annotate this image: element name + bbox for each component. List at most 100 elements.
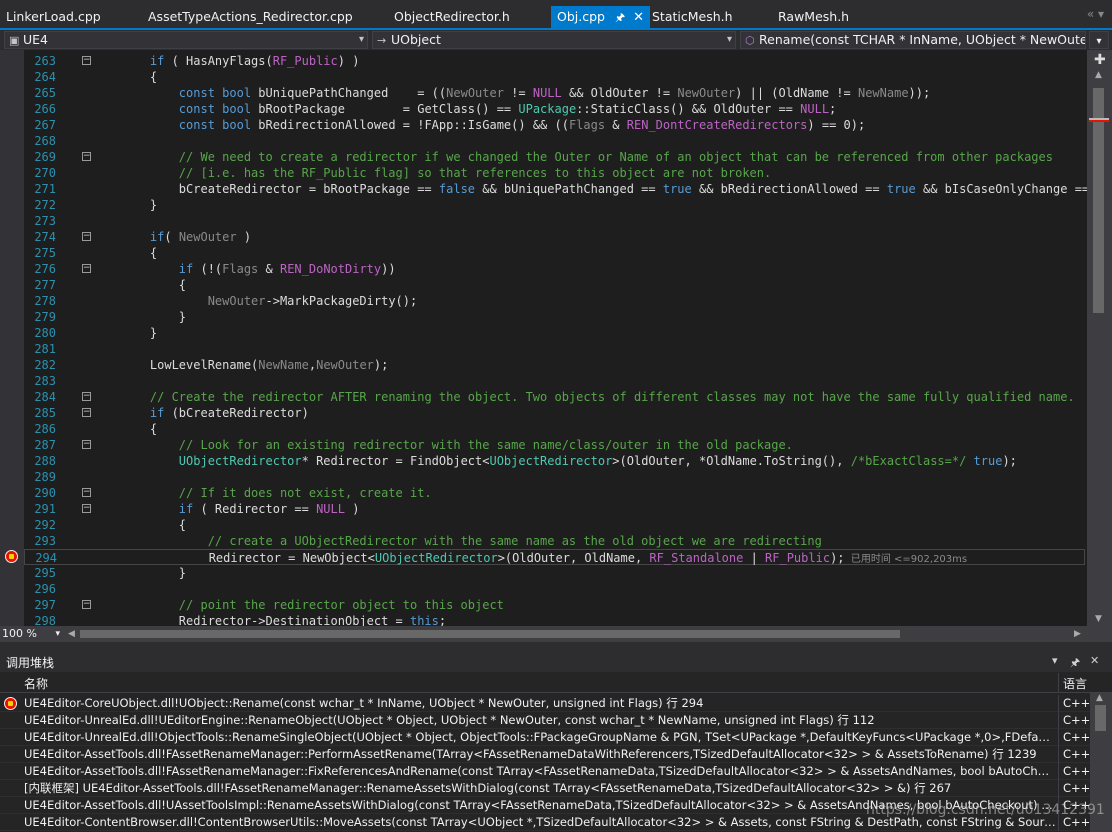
code-line[interactable]: 275 {: [24, 245, 1087, 261]
scroll-up-icon[interactable]: ▲: [1095, 70, 1102, 80]
code-line[interactable]: 296: [24, 581, 1087, 597]
call-stack-row[interactable]: UE4Editor-UnrealEd.dll!ObjectTools::Rena…: [0, 729, 1090, 746]
tab-obj-cpp[interactable]: Obj.cpp 🖈 ✕: [551, 6, 651, 29]
code-text: // If it does not exist, create it.: [178, 486, 432, 500]
scroll-right-icon[interactable]: ▶: [1074, 626, 1081, 642]
code-line[interactable]: 267 const bool bRedirectionAllowed = !FA…: [24, 117, 1087, 133]
collapse-icon[interactable]: −: [82, 392, 91, 401]
tab-rawmesh-h[interactable]: RawMesh.h: [772, 6, 855, 28]
tab-assettypeactions-redirector-cpp[interactable]: AssetTypeActions_Redirector.cpp: [142, 6, 359, 28]
code-line[interactable]: 279 }: [24, 309, 1087, 325]
code-line[interactable]: 295 }: [24, 565, 1087, 581]
line-number: 267: [34, 118, 56, 132]
code-area[interactable]: 263− if ( HasAnyFlags(RF_Public) ) 264 {2…: [24, 50, 1087, 626]
code-line[interactable]: 297 − // point the redirector object to t…: [24, 597, 1087, 613]
zoom-value: 100 %: [2, 627, 37, 640]
call-stack-row[interactable]: UE4Editor-AssetTools.dll!FAssetRenameMan…: [0, 763, 1090, 780]
split-icon[interactable]: ✚: [1094, 52, 1106, 68]
code-line[interactable]: 286 {: [24, 421, 1087, 437]
column-header-language[interactable]: 语言: [1063, 675, 1087, 692]
code-line[interactable]: 291 − if ( Redirector == NULL ): [24, 501, 1087, 517]
code-line[interactable]: 293 // create a UObjectRedirector with t…: [24, 533, 1087, 549]
close-icon[interactable]: ✕: [633, 7, 644, 29]
collapse-icon[interactable]: −: [82, 152, 91, 161]
collapse-icon[interactable]: −: [82, 504, 91, 513]
code-line[interactable]: 290 − // If it does not exist, create it.: [24, 485, 1087, 501]
code-line[interactable]: 268: [24, 133, 1087, 149]
code-text: if ( Redirector == NULL ): [178, 502, 360, 516]
code-line[interactable]: 273: [24, 213, 1087, 229]
collapse-icon[interactable]: −: [82, 488, 91, 497]
code-text: {: [121, 422, 158, 436]
tab-staticmesh-h[interactable]: StaticMesh.h: [646, 6, 739, 28]
code-line[interactable]: 276 − if (!(Flags & REN_DoNotDirty)): [24, 261, 1087, 277]
code-line[interactable]: 289: [24, 469, 1087, 485]
collapse-icon[interactable]: −: [82, 408, 91, 417]
code-line[interactable]: 298 Redirector->DestinationObject = this…: [24, 613, 1087, 626]
scroll-up-icon[interactable]: ▲: [1096, 693, 1103, 703]
tab-linkerload-cpp[interactable]: LinkerLoad.cpp: [0, 6, 107, 28]
collapse-icon[interactable]: −: [82, 440, 91, 449]
code-line[interactable]: 278 NewOuter->MarkPackageDirty();: [24, 293, 1087, 309]
code-line[interactable]: 294 Redirector = NewObject<UObjectRedire…: [24, 549, 1085, 565]
line-number: 274: [34, 230, 56, 244]
call-stack-row[interactable]: UE4Editor-UnrealEd.dll!UEditorEngine::Re…: [0, 712, 1090, 729]
code-line[interactable]: 271 bCreateRedirector = bRootPackage == …: [24, 181, 1087, 197]
call-stack-row[interactable]: [内联框架] UE4Editor-AssetTools.dll!FAssetRe…: [0, 780, 1090, 797]
code-line[interactable]: 283: [24, 373, 1087, 389]
call-stack-row[interactable]: UE4Editor-AssetTools.dll!FAssetRenameMan…: [0, 746, 1090, 763]
scroll-left-icon[interactable]: ◀: [68, 626, 75, 642]
panel-splitter[interactable]: [0, 642, 1112, 652]
code-editor[interactable]: 263− if ( HasAnyFlags(RF_Public) ) 264 {2…: [0, 50, 1087, 626]
code-line[interactable]: 265 const bool bUniquePathChanged = ((Ne…: [24, 85, 1087, 101]
code-line[interactable]: 264 {: [24, 69, 1087, 85]
call-stack-row[interactable]: UE4Editor-CoreUObject.dll!UObject::Renam…: [0, 695, 1090, 712]
frame-name: UE4Editor-UnrealEd.dll!ObjectTools::Rena…: [24, 730, 1056, 744]
scrollbar-thumb[interactable]: [1095, 705, 1106, 731]
code-line[interactable]: 287 − // Look for an existing redirector …: [24, 437, 1087, 453]
column-header-name[interactable]: 名称: [24, 675, 48, 692]
line-number: 264: [34, 70, 56, 84]
code-line[interactable]: 281: [24, 341, 1087, 357]
code-line[interactable]: 269 − // We need to create a redirector i…: [24, 149, 1087, 165]
collapse-icon[interactable]: −: [82, 264, 91, 273]
editor-vertical-scrollbar[interactable]: ✚ ▲ ▼: [1087, 50, 1112, 626]
collapse-icon[interactable]: −: [82, 232, 91, 241]
pin-icon[interactable]: 🖈: [1070, 654, 1080, 673]
code-line[interactable]: 277 {: [24, 277, 1087, 293]
code-line[interactable]: 292 {: [24, 517, 1087, 533]
line-number: 279: [34, 310, 56, 324]
code-line[interactable]: 282 LowLevelRename(NewName,NewOuter);: [24, 357, 1087, 373]
collapse-icon[interactable]: −: [82, 600, 91, 609]
scroll-down-icon[interactable]: ▼: [1095, 614, 1102, 624]
member-dropdown[interactable]: ⬡ Rename(const TCHAR * InName, UObject * …: [740, 31, 1086, 49]
line-number: 273: [34, 214, 56, 228]
code-line[interactable]: 272 }: [24, 197, 1087, 213]
code-line[interactable]: 263 − if ( HasAnyFlags(RF_Public) ): [24, 53, 1087, 69]
panel-menu-icon[interactable]: ▾: [1052, 654, 1058, 667]
code-line[interactable]: 284 − // Create the redirector AFTER rena…: [24, 389, 1087, 405]
frame-name: UE4Editor-AssetTools.dll!FAssetRenameMan…: [24, 747, 1037, 761]
tab-objectredirector-h[interactable]: ObjectRedirector.h: [388, 6, 516, 28]
project-dropdown[interactable]: ▣ UE4 ▾: [4, 31, 368, 49]
code-line[interactable]: 280 }: [24, 325, 1087, 341]
breakpoint-current-icon[interactable]: [5, 550, 18, 563]
zoom-dropdown[interactable]: 100 % ▾: [2, 626, 62, 642]
pin-icon[interactable]: 🖈: [615, 7, 625, 29]
scope-dropdown[interactable]: → UObject ▾: [372, 31, 736, 49]
double-chevron-left-icon[interactable]: « ▾: [1087, 7, 1104, 21]
code-line[interactable]: 288 UObjectRedirector* Redirector = Find…: [24, 453, 1087, 469]
breakpoint-margin[interactable]: [0, 50, 24, 626]
arrow-right-icon: →: [377, 34, 387, 47]
code-line[interactable]: 270 // [i.e. has the RF_Public flag] so …: [24, 165, 1087, 181]
code-line[interactable]: 274 − if( NewOuter ): [24, 229, 1087, 245]
collapse-icon[interactable]: −: [82, 56, 91, 65]
code-text: NewOuter->MarkPackageDirty();: [207, 294, 418, 308]
code-text: // create a UObjectRedirector with the s…: [207, 534, 822, 548]
horizontal-scrollbar-thumb[interactable]: [80, 630, 900, 638]
column-divider[interactable]: [1058, 673, 1059, 693]
code-line[interactable]: 266 const bool bRootPackage = GetClass()…: [24, 101, 1087, 117]
code-line[interactable]: 285 − if (bCreateRedirector): [24, 405, 1087, 421]
member-dropdown-chevron[interactable]: ▾: [1089, 31, 1109, 49]
close-icon[interactable]: ✕: [1090, 654, 1099, 667]
